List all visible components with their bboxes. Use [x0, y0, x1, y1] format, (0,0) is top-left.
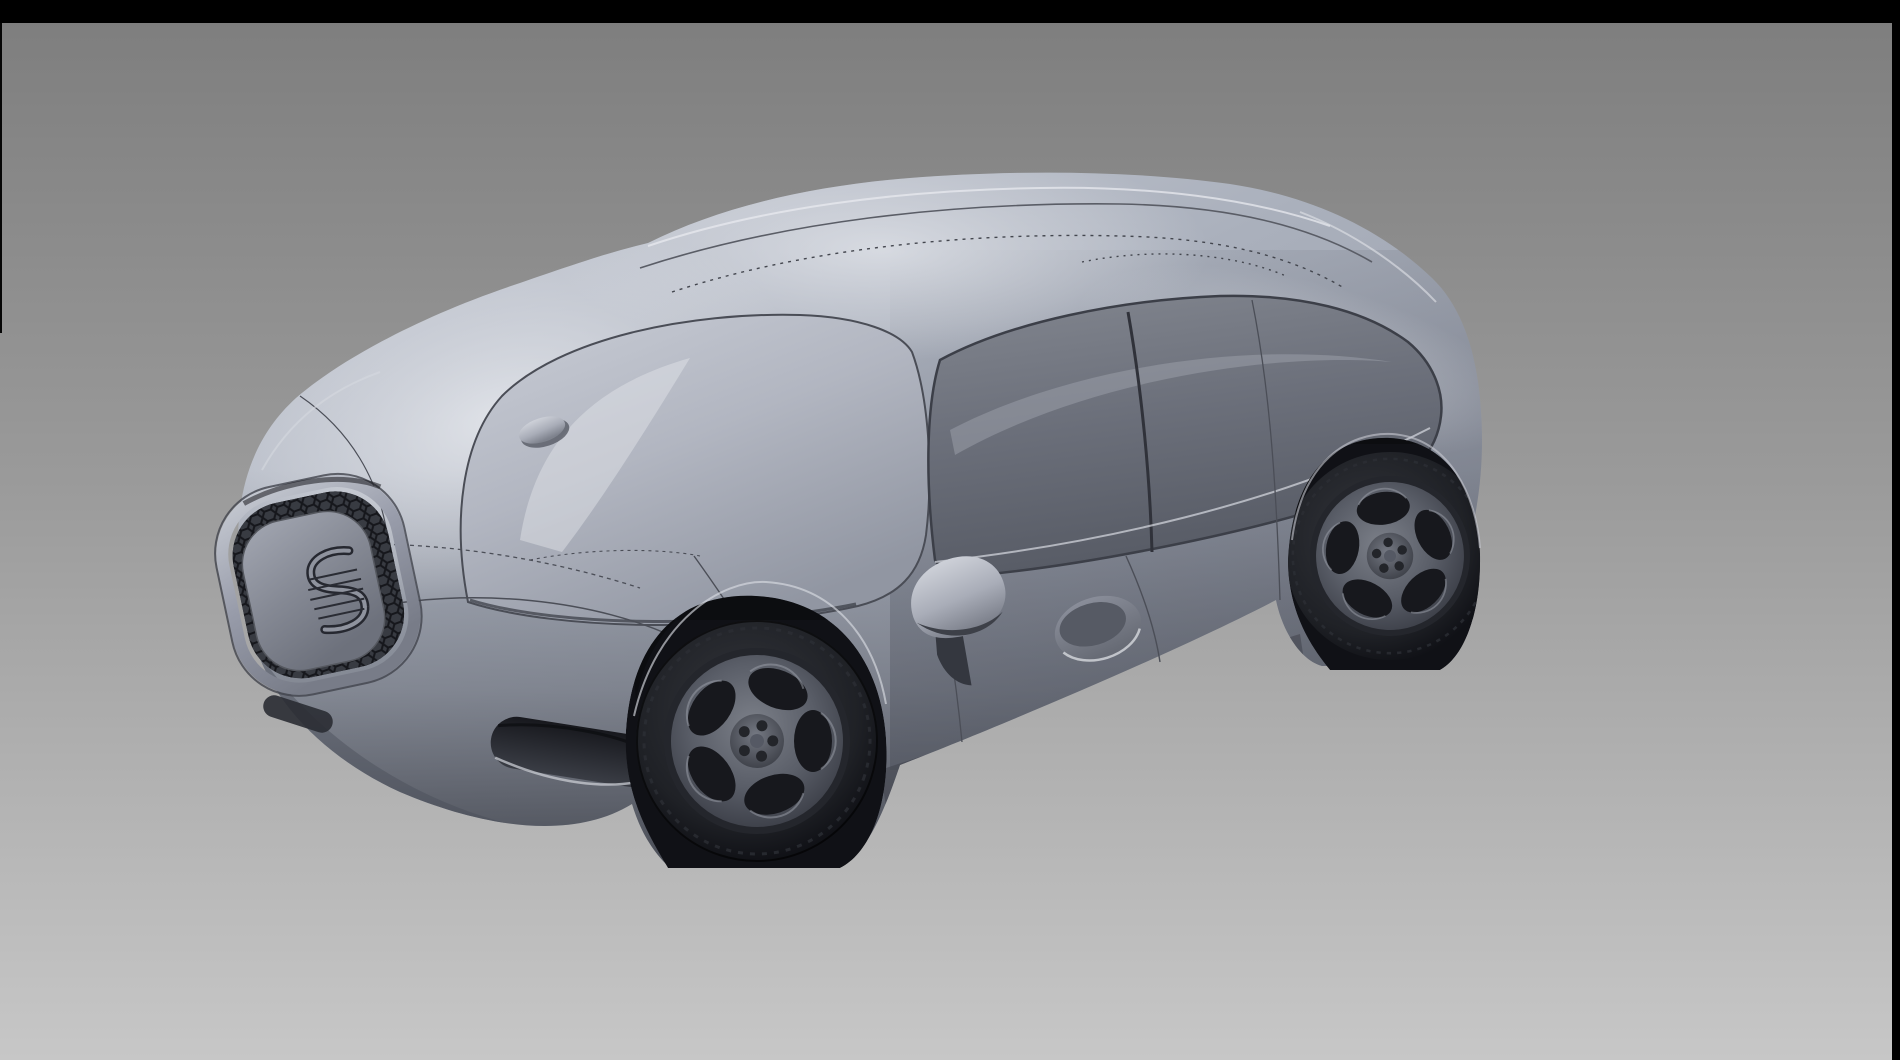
car-render-canvas[interactable] — [0, 23, 1892, 1060]
car-model[interactable] — [162, 140, 1542, 893]
application-window — [0, 0, 1900, 1060]
right-letterbox-bar — [1892, 0, 1900, 1060]
left-edge-strip — [0, 23, 2, 333]
3d-viewport[interactable] — [0, 23, 1892, 1060]
top-letterbox-bar — [0, 0, 1900, 23]
